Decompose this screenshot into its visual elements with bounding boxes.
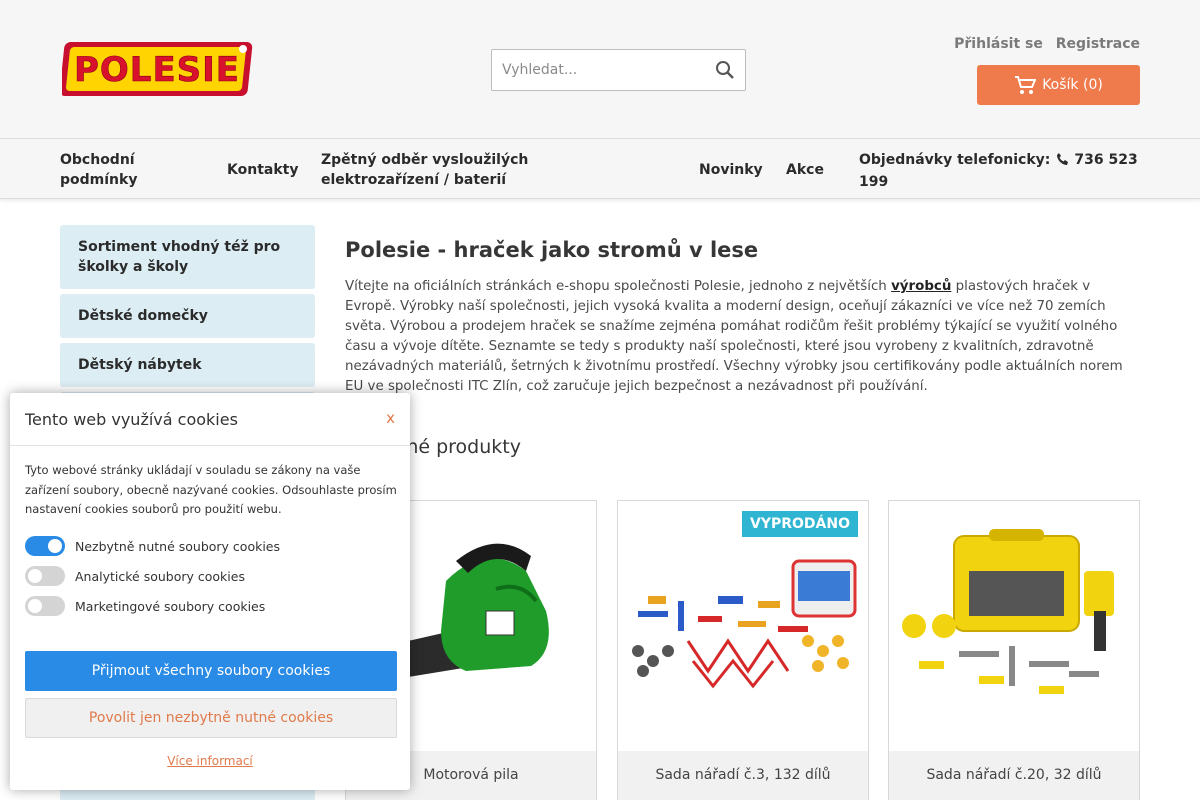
sidebar-item-playhouses[interactable]: Dětské domečky xyxy=(60,294,315,338)
toggle-row-analytics: Analytické soubory cookies xyxy=(25,566,245,586)
polesie-logo[interactable]: POLESIE xyxy=(59,40,256,98)
toggle-row-marketing: Marketingové soubory cookies xyxy=(25,596,265,616)
login-link[interactable]: Přihlásit se xyxy=(954,36,1043,52)
cart-label: Košík (0) xyxy=(1042,77,1103,93)
sidebar-item-schools[interactable]: Sortiment vhodný též pro školky a školy xyxy=(60,225,315,289)
toggle-label-analytics: Analytické soubory cookies xyxy=(75,568,245,584)
cart-icon xyxy=(1015,76,1037,94)
toggle-label-necessary: Nezbytně nutné soubory cookies xyxy=(75,538,281,554)
sold-out-badge: VYPRODÁNO xyxy=(742,511,858,537)
cart-button[interactable]: Košík (0) xyxy=(977,65,1140,105)
toggle-label-marketing: Marketingové soubory cookies xyxy=(75,598,266,614)
search-box[interactable] xyxy=(491,49,746,91)
page-title: Polesie - hraček jako stromů v lese xyxy=(345,238,759,262)
product-name[interactable]: Sada nářadí č.20, 32 dílů xyxy=(889,751,1139,800)
nav-item-contacts[interactable]: Kontakty xyxy=(227,160,298,180)
nav-item-news[interactable]: Novinky xyxy=(699,160,763,180)
account-links: Přihlásit se Registrace xyxy=(946,36,1140,52)
search-input[interactable] xyxy=(492,50,702,90)
toggle-row-necessary: Nezbytně nutné soubory cookies xyxy=(25,536,280,556)
sidebar-item-furniture[interactable]: Dětský nábytek xyxy=(60,343,315,387)
nav-item-sale[interactable]: Akce xyxy=(786,160,824,180)
intro-text: Vítejte na oficiálních stránkách e-shopu… xyxy=(345,277,1140,397)
cookie-close-button[interactable]: x xyxy=(386,409,395,427)
intro-link-producers[interactable]: výrobců xyxy=(891,279,951,294)
product-image-tool-set-3[interactable] xyxy=(618,501,869,751)
more-info-link[interactable]: Více informací xyxy=(10,754,410,768)
product-image-tool-set-20[interactable] xyxy=(889,501,1140,751)
phone-icon xyxy=(1056,152,1070,172)
nav-item-terms[interactable]: Obchodní podmínky xyxy=(60,150,190,190)
necessary-only-cookies-button[interactable]: Povolit jen nezbytně nutné cookies xyxy=(25,698,397,738)
intro-part-1: Vítejte na oficiálních stránkách e-shopu… xyxy=(345,279,892,294)
toggle-marketing[interactable] xyxy=(25,596,65,616)
search-icon[interactable] xyxy=(715,60,735,80)
nav-item-takeback[interactable]: Zpětný odběr vysloužilých elektrozařízen… xyxy=(321,150,641,190)
intro-part-2: plastových hraček v Evropě. Výrobky naší… xyxy=(345,279,1123,394)
cookie-dialog: Tento web využívá cookies x Tyto webové … xyxy=(10,393,410,790)
register-link[interactable]: Registrace xyxy=(1056,36,1140,52)
nav-phone-orders: Objednávky telefonicky: 736 523 199 xyxy=(859,150,1144,192)
svg-text:POLESIE: POLESIE xyxy=(74,50,240,90)
main-nav: Obchodní podmínky Kontakty Zpětný odběr … xyxy=(0,139,1200,199)
product-card[interactable]: Sada nářadí č.20, 32 dílů xyxy=(888,500,1140,800)
product-name[interactable]: Sada nářadí č.3, 132 dílů xyxy=(618,751,868,800)
cookie-title: Tento web využívá cookies xyxy=(25,410,238,429)
cookie-text: Tyto webové stránky ukládají v souladu s… xyxy=(25,463,397,516)
header: POLESIE Přihlásit se Registrace Košík (0… xyxy=(0,0,1200,139)
accept-all-cookies-button[interactable]: Přijmout všechny soubory cookies xyxy=(25,651,397,691)
phone-label: Objednávky telefonicky: xyxy=(859,152,1051,168)
cookie-divider xyxy=(10,445,410,446)
toggle-necessary[interactable] xyxy=(25,536,65,556)
product-card[interactable]: VYPRODÁNO Sada nářadí č.3, 132 dílů xyxy=(617,500,869,800)
toggle-analytics[interactable] xyxy=(25,566,65,586)
